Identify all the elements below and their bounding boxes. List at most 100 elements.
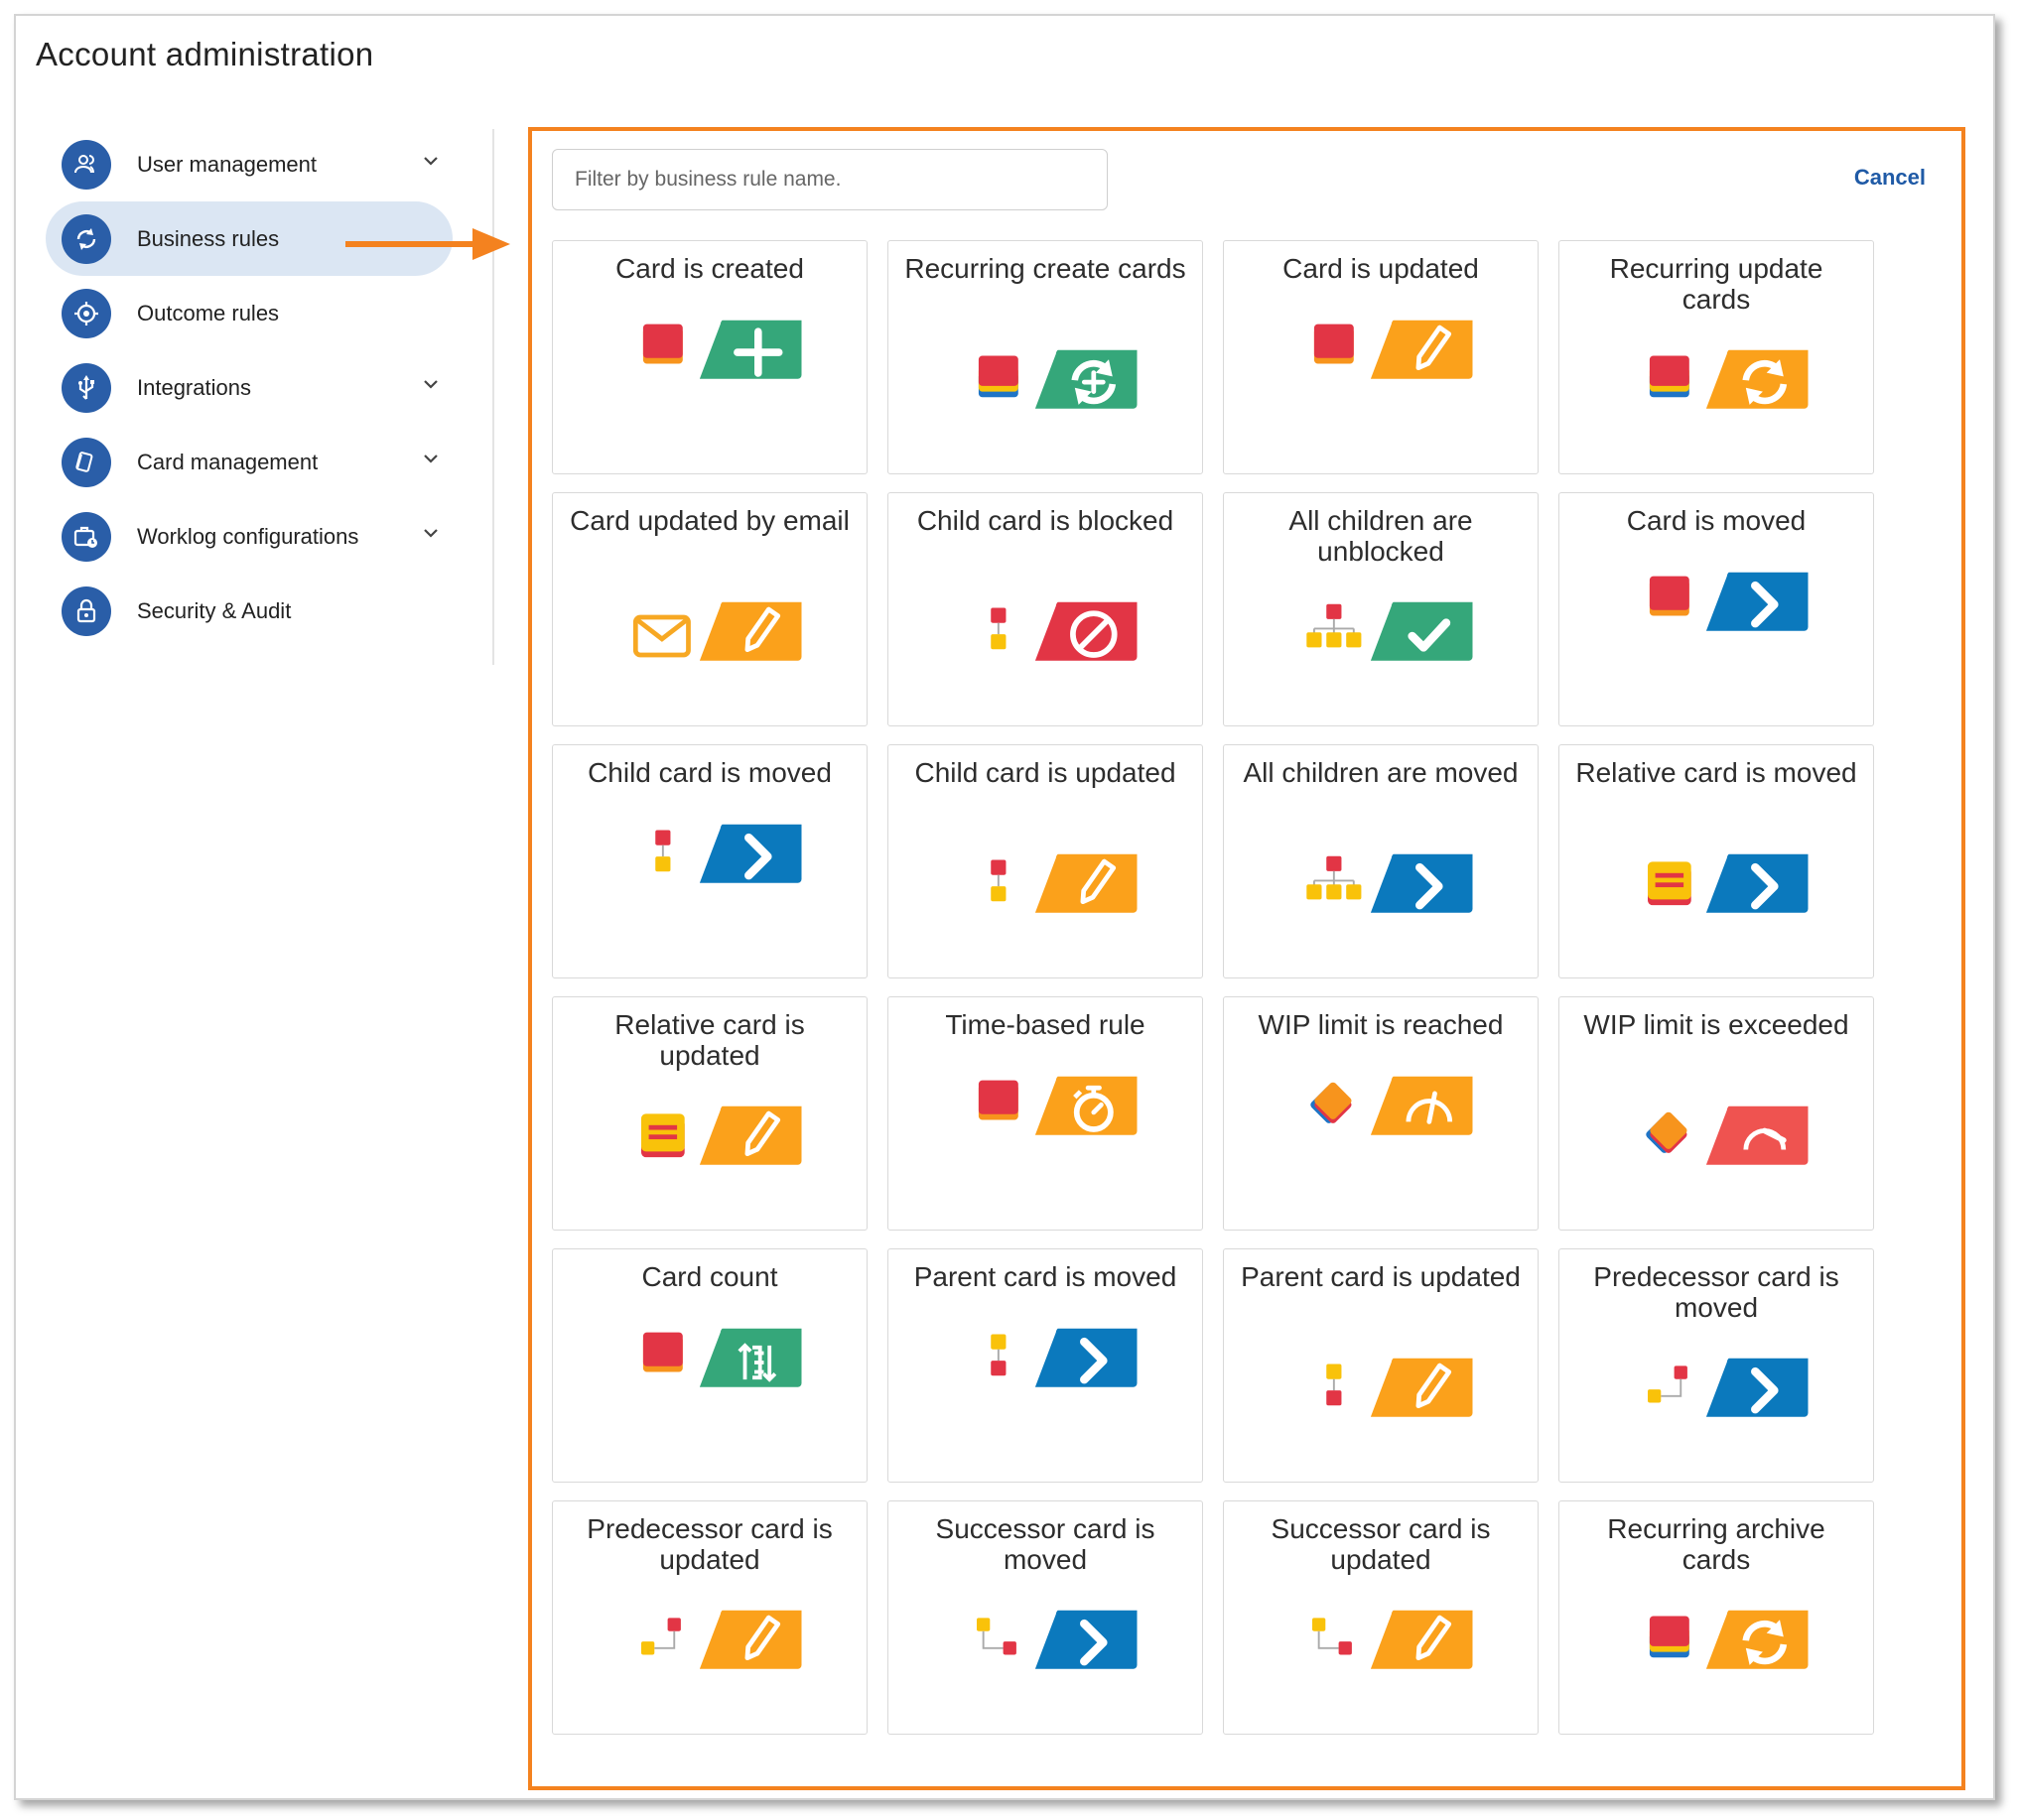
successor-icon	[1312, 1618, 1352, 1655]
chevron-down-icon[interactable]	[421, 449, 441, 468]
rule-illustration	[1646, 1105, 1809, 1165]
chevron-down-icon[interactable]	[421, 374, 441, 394]
sidebar-item-worklog-configurations[interactable]: Worklog configurations	[46, 499, 482, 574]
rule-card-title: Parent card is updated	[1241, 1261, 1521, 1292]
rule-card-relative-card-is-moved[interactable]: Relative card is moved	[1558, 744, 1874, 978]
sidebar-divider	[492, 129, 494, 665]
stopwatch-icon	[1034, 1076, 1138, 1135]
pencil-icon	[699, 1105, 802, 1165]
gauge-icon	[1370, 1076, 1473, 1135]
count-icon	[699, 1328, 802, 1387]
rule-card-title: Child card is updated	[914, 757, 1176, 788]
rule-card-title: Card is updated	[1282, 253, 1479, 284]
rule-illustration	[978, 1076, 1138, 1135]
rule-card-title: Predecessor card is moved	[1593, 1261, 1839, 1323]
relative-card-icon	[641, 1113, 685, 1158]
rule-card-title: Recurring archive cards	[1607, 1513, 1825, 1575]
rule-illustration	[641, 1610, 802, 1669]
rule-card-title: Child card is blocked	[916, 505, 1174, 536]
rule-card-parent-card-is-moved[interactable]: Parent card is moved	[887, 1248, 1203, 1483]
rule-illustration	[991, 853, 1138, 913]
sidebar-item-user-management[interactable]: User management	[46, 127, 482, 201]
rule-card-successor-card-is-moved[interactable]: Successor card is moved	[887, 1500, 1203, 1735]
rule-card-wip-limit-is-exceeded[interactable]: WIP limit is exceeded	[1558, 996, 1874, 1231]
rule-illustration	[642, 320, 802, 379]
sidebar-item-label: Security & Audit	[137, 597, 292, 623]
rule-card-all-children-are-moved[interactable]: All children are moved	[1223, 744, 1539, 978]
single-card-icon	[978, 1080, 1018, 1120]
rule-card-child-card-is-moved[interactable]: Child card is moved	[552, 744, 868, 978]
card-stack-icon	[978, 355, 1018, 398]
sidebar-item-card-management[interactable]: Card management	[46, 425, 482, 499]
chevron-down-icon[interactable]	[421, 523, 441, 543]
rule-card-title: Child card is moved	[588, 757, 832, 788]
sidebar-item-label: Business rules	[137, 225, 280, 251]
sidebar-item-integrations[interactable]: Integrations	[46, 350, 482, 425]
rule-card-relative-card-is-updated[interactable]: Relative card is updated	[552, 996, 868, 1231]
pointer-arrow-icon	[345, 228, 510, 260]
sidebar-item-label: Integrations	[137, 374, 251, 400]
cancel-button[interactable]: Cancel	[1854, 165, 1926, 191]
envelope-icon	[632, 614, 691, 658]
filter-input[interactable]	[552, 149, 1108, 210]
chevron-down-icon[interactable]	[421, 151, 441, 171]
rule-card-title: Recurring update cards	[1609, 253, 1823, 315]
rule-illustration	[1312, 1610, 1473, 1669]
rule-card-card-count[interactable]: Card count	[552, 1248, 868, 1483]
rule-card-time-based-rule[interactable]: Time-based rule	[887, 996, 1203, 1231]
parent-card-icon	[991, 1334, 1007, 1376]
chevron-right-icon	[1705, 853, 1809, 913]
card-stack-icon	[1649, 355, 1689, 398]
rule-illustration	[641, 1105, 802, 1165]
rule-card-predecessor-card-is-updated[interactable]: Predecessor card is updated	[552, 1500, 868, 1735]
briefcase-clock-icon	[62, 511, 111, 562]
pencil-icon	[1034, 853, 1138, 913]
rule-illustration	[1310, 1076, 1473, 1135]
rule-illustration	[1648, 853, 1809, 913]
rule-card-card-is-updated[interactable]: Card is updated	[1223, 240, 1539, 474]
rule-card-card-is-moved[interactable]: Card is moved	[1558, 492, 1874, 726]
check-icon	[1370, 601, 1473, 661]
rule-illustration	[1326, 1358, 1473, 1417]
card-stack-icon	[1649, 1616, 1689, 1658]
rule-card-title: Predecessor card is updated	[587, 1513, 833, 1575]
chevron-right-icon	[699, 824, 802, 883]
rule-illustration	[1649, 1610, 1809, 1669]
recurring-icon	[1705, 349, 1809, 409]
relative-card-icon	[1648, 861, 1691, 906]
chevron-right-icon	[1370, 853, 1473, 913]
sidebar-item-security-audit[interactable]: Security & Audit	[46, 574, 482, 648]
child-card-icon	[991, 859, 1007, 902]
rule-illustration	[1306, 601, 1473, 661]
pencil-icon	[699, 1610, 802, 1669]
rule-card-card-is-created[interactable]: Card is created	[552, 240, 868, 474]
rule-card-title: All children are moved	[1243, 757, 1519, 788]
recurring-icon	[1705, 1610, 1809, 1669]
rule-card-recurring-create-cards[interactable]: Recurring create cards	[887, 240, 1203, 474]
rule-card-all-children-are-unblocked[interactable]: All children are unblocked	[1223, 492, 1539, 726]
sidebar-item-label: Outcome rules	[137, 300, 280, 325]
rule-card-parent-card-is-updated[interactable]: Parent card is updated	[1223, 1248, 1539, 1483]
chevron-right-icon	[1034, 1328, 1138, 1387]
chevron-right-icon	[1034, 1610, 1138, 1669]
recurring-create-icon	[1034, 349, 1138, 409]
rule-card-predecessor-card-is-moved[interactable]: Predecessor card is moved	[1558, 1248, 1874, 1483]
single-card-icon	[1649, 576, 1689, 616]
rule-card-card-updated-by-email[interactable]: Card updated by email	[552, 492, 868, 726]
rule-card-child-card-is-blocked[interactable]: Child card is blocked	[887, 492, 1203, 726]
users-icon	[62, 139, 111, 190]
rule-card-child-card-is-updated[interactable]: Child card is updated	[887, 744, 1203, 978]
chevron-right-icon	[1705, 572, 1809, 631]
rule-card-successor-card-is-updated[interactable]: Successor card is updated	[1223, 1500, 1539, 1735]
rule-card-wip-limit-is-reached[interactable]: WIP limit is reached	[1223, 996, 1539, 1231]
rule-illustration	[1649, 349, 1809, 409]
business-rule-picker: Cancel Card is created Recurring create c…	[528, 127, 1965, 1790]
pencil-icon	[699, 601, 802, 661]
rule-card-recurring-archive-cards[interactable]: Recurring archive cards	[1558, 1500, 1874, 1735]
rule-card-title: Card updated by email	[570, 505, 850, 536]
rule-illustration	[1649, 572, 1809, 631]
sidebar-item-outcome-rules[interactable]: Outcome rules	[46, 276, 482, 350]
usb-icon	[62, 362, 111, 413]
rule-card-title: Card is moved	[1626, 505, 1807, 536]
rule-card-recurring-update-cards[interactable]: Recurring update cards	[1558, 240, 1874, 474]
